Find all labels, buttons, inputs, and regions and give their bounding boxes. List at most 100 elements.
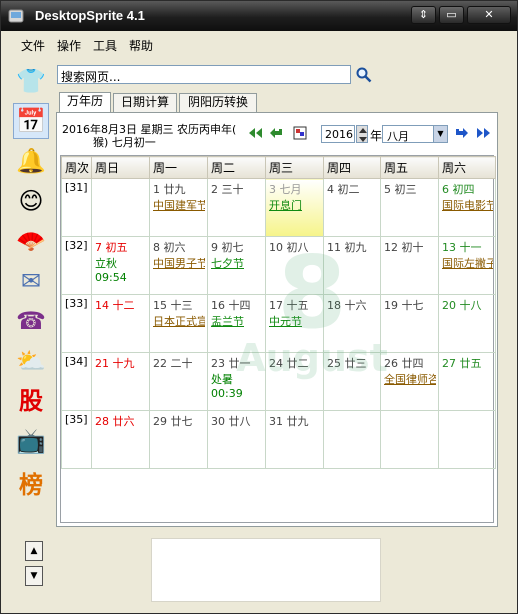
day-number: 5 <box>384 183 391 196</box>
festival-link[interactable]: 开息门 <box>269 197 321 213</box>
sidebar-item-alarm[interactable]: 🔔 <box>13 143 49 179</box>
day-cell[interactable]: 29 廿七 <box>149 410 208 469</box>
festival-link[interactable]: 七夕节 <box>211 255 263 271</box>
sidebar-item-mail[interactable]: ✉ <box>13 263 49 299</box>
festival-link[interactable]: 国际电影节 <box>442 197 493 213</box>
lunar-date: 十八 <box>459 299 482 312</box>
scroll-down-button[interactable]: ▼ <box>25 566 43 586</box>
header-weekday: 周日 <box>91 156 150 179</box>
sidebar-item-weather[interactable]: ⛅ <box>13 343 49 379</box>
day-cell[interactable]: 2 三十 <box>207 178 266 237</box>
prev-month-icon[interactable] <box>269 126 285 140</box>
menu-help[interactable]: 帮助 <box>129 37 153 54</box>
day-cell[interactable]: 18 十六 <box>323 294 381 353</box>
day-number: 4 <box>327 183 334 196</box>
lunar-date: 初四 <box>452 183 475 196</box>
day-heading: 10 初八 <box>269 239 321 255</box>
day-cell[interactable]: 17 十五 中元节 <box>265 294 324 353</box>
menu-tools[interactable]: 工具 <box>93 37 117 54</box>
menu-operate[interactable]: 操作 <box>57 37 81 54</box>
search-input[interactable]: 搜索网页... <box>57 65 351 84</box>
festival-link[interactable]: 中国建军节 <box>153 197 205 213</box>
day-cell[interactable]: 25 廿三 <box>323 352 381 411</box>
day-number: 16 <box>211 299 225 312</box>
day-cell[interactable]: 20 十八 <box>438 294 496 353</box>
tab-perpetual-calendar[interactable]: 万年历 <box>59 92 111 113</box>
day-cell[interactable]: 21 十九 <box>91 352 150 411</box>
day-cell[interactable]: 31 廿九 <box>265 410 324 469</box>
festival-link[interactable]: 中国男子节 <box>153 255 205 271</box>
close-button[interactable]: ✕ <box>467 6 511 24</box>
header-weekday: 周二 <box>207 156 266 179</box>
day-cell[interactable]: 7 初五 立秋 09:54 <box>91 236 150 295</box>
day-heading: 17 十五 <box>269 297 321 313</box>
lunar-date: 十四 <box>228 299 251 312</box>
tab-date-calc[interactable]: 日期计算 <box>113 93 177 112</box>
day-cell[interactable]: 24 廿二 <box>265 352 324 411</box>
search-icon[interactable] <box>355 66 373 84</box>
day-number: 9 <box>211 241 218 254</box>
day-heading: 29 廿七 <box>153 413 205 429</box>
sidebar-item-tv[interactable]: 📺 <box>13 423 49 459</box>
day-cell[interactable]: 22 二十 <box>149 352 208 411</box>
day-cell[interactable]: 19 十七 <box>380 294 439 353</box>
day-cell[interactable]: 9 初七 七夕节 <box>207 236 266 295</box>
day-cell[interactable]: 26 廿四 全国律师咨 <box>380 352 439 411</box>
day-cell[interactable]: 3 七月 开息门 <box>265 178 324 237</box>
sidebar-item-chat[interactable]: 😊 <box>13 183 49 219</box>
sidebar-item-rank[interactable]: 榜 <box>13 467 49 503</box>
day-cell[interactable]: 23 廿一 处暑 00:39 <box>207 352 266 411</box>
day-number: 19 <box>384 299 398 312</box>
festival-link[interactable]: 中元节 <box>269 313 321 329</box>
sidebar-item-clothes[interactable]: 👕 <box>13 63 49 99</box>
title-bar[interactable]: DesktopSprite 4.1 ⇕ ▭ ✕ <box>1 1 517 31</box>
day-cell[interactable]: 5 初三 <box>380 178 439 237</box>
day-cell[interactable]: 8 初六 中国男子节 <box>149 236 208 295</box>
festival-link[interactable]: 国际左撇子 <box>442 255 493 271</box>
maximize-button[interactable]: ▭ <box>439 6 464 24</box>
day-number: 2 <box>211 183 218 196</box>
day-cell[interactable]: 13 十一 国际左撇子 <box>438 236 496 295</box>
sidebar-item-calendar[interactable]: 📅 <box>13 103 49 139</box>
day-cell[interactable]: 4 初二 <box>323 178 381 237</box>
sidebar-item-phone[interactable]: ☎ <box>13 303 49 339</box>
day-number: 25 <box>327 357 341 370</box>
header-weekday: 周五 <box>380 156 439 179</box>
day-cell[interactable]: 14 十二 <box>91 294 150 353</box>
sidebar-item-fan[interactable]: 🪭 <box>13 223 49 259</box>
day-heading: 13 十一 <box>442 239 493 255</box>
day-cell[interactable]: 6 初四 国际电影节 <box>438 178 496 237</box>
year-spinner[interactable] <box>356 125 368 143</box>
scroll-up-button[interactable]: ▲ <box>25 541 43 561</box>
day-cell[interactable]: 16 十四 盂兰节 <box>207 294 266 353</box>
festival-link[interactable]: 盂兰节 <box>211 313 263 329</box>
day-cell[interactable]: 15 十三 日本正式宣 <box>149 294 208 353</box>
day-cell[interactable]: 10 初八 <box>265 236 324 295</box>
day-cell[interactable]: 12 初十 <box>380 236 439 295</box>
lunar-date: 十五 <box>286 299 309 312</box>
festival-link[interactable]: 日本正式宣 <box>153 313 205 329</box>
month-select[interactable]: 八月 ▼ <box>382 125 448 143</box>
day-cell[interactable]: 28 廿六 <box>91 410 150 469</box>
day-cell[interactable]: 27 廿五 <box>438 352 496 411</box>
day-cell[interactable]: 1 廿九 中国建军节 <box>149 178 208 237</box>
day-cell[interactable]: 11 初九 <box>323 236 381 295</box>
sidebar-item-stock[interactable]: 股 <box>13 383 49 419</box>
restore-button[interactable]: ⇕ <box>411 6 436 24</box>
day-number: 17 <box>269 299 283 312</box>
day-number: 28 <box>95 415 109 428</box>
day-cell[interactable]: 30 廿八 <box>207 410 266 469</box>
tab-lunar-convert[interactable]: 阴阳历转换 <box>179 93 257 112</box>
day-heading: 22 二十 <box>153 355 205 371</box>
week-number: [33] <box>61 294 92 353</box>
year-input[interactable]: 2016 <box>321 125 355 143</box>
lunar-date: 初三 <box>394 183 417 196</box>
prev-year-icon[interactable] <box>247 126 263 140</box>
spinner-arrows-icon <box>359 128 367 142</box>
next-month-icon[interactable] <box>453 126 469 140</box>
next-year-icon[interactable] <box>476 126 492 140</box>
day-heading: 7 初五 <box>95 239 147 255</box>
menu-file[interactable]: 文件 <box>21 37 45 54</box>
festival-link[interactable]: 全国律师咨 <box>384 371 436 387</box>
today-icon[interactable] <box>293 126 309 140</box>
